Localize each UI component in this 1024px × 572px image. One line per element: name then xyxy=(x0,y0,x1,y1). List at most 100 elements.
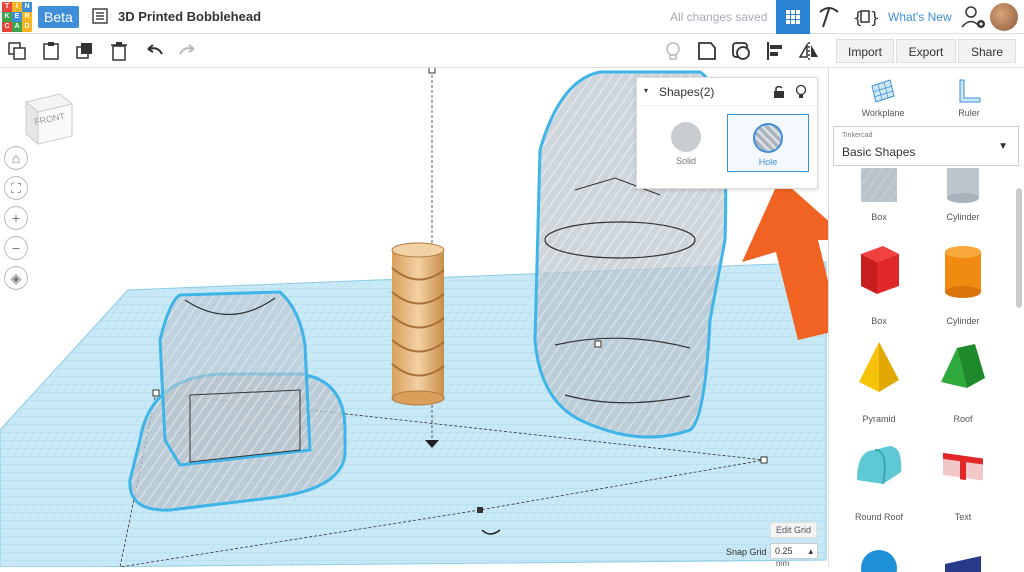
codeblocks-icon[interactable]: { } xyxy=(848,0,882,34)
ruler-icon xyxy=(959,79,981,103)
solid-option[interactable]: Solid xyxy=(645,114,727,172)
shape-label: Cylinder xyxy=(946,212,980,222)
logo-letter: R xyxy=(22,12,32,22)
edit-grid-button[interactable]: Edit Grid xyxy=(770,522,818,538)
shape-box-hole[interactable]: Box xyxy=(839,168,919,222)
whats-new-link[interactable]: What's New xyxy=(888,10,952,24)
stepper-icon: ▴ xyxy=(808,546,813,556)
cylinder-icon xyxy=(945,246,981,298)
zoom-out-button[interactable]: − xyxy=(4,236,28,260)
shape-label: Round Roof xyxy=(854,512,904,522)
snap-grid-label: Snap Grid xyxy=(726,547,767,557)
library-provider: Tinkercad xyxy=(842,132,873,139)
export-button[interactable]: Export xyxy=(896,39,956,63)
user-avatar[interactable] xyxy=(990,3,1018,31)
spring-shape[interactable] xyxy=(391,242,445,406)
document-list-icon[interactable] xyxy=(92,8,108,24)
library-name: Basic Shapes xyxy=(842,145,916,159)
lightbulb-icon[interactable] xyxy=(662,40,684,62)
logo-letter: D xyxy=(22,22,32,32)
paste-icon[interactable] xyxy=(40,40,62,62)
shape-roof[interactable]: Roof xyxy=(923,334,1003,424)
grid-icon xyxy=(786,10,800,24)
share-button[interactable]: Share xyxy=(958,39,1016,63)
group-icon[interactable] xyxy=(730,40,752,62)
save-status: All changes saved xyxy=(670,10,768,24)
logo-letter: T xyxy=(2,2,12,12)
shape-box[interactable]: Box xyxy=(839,236,919,326)
box-hole-icon xyxy=(861,168,897,202)
beta-badge: Beta xyxy=(38,6,79,28)
logo-letter: A xyxy=(12,22,22,32)
box-icon xyxy=(861,246,899,294)
tinkercad-logo[interactable]: TINKERCAD xyxy=(2,2,32,32)
workplane-tool[interactable]: Workplane xyxy=(843,72,923,122)
shape-sphere[interactable] xyxy=(839,538,919,572)
align-icon[interactable] xyxy=(764,40,786,62)
unlock-icon[interactable] xyxy=(773,85,785,99)
workplane-icon xyxy=(871,79,895,103)
shape-label: Roof xyxy=(953,414,973,424)
hole-option[interactable]: Hole xyxy=(727,114,809,172)
snap-grid-unit: mm xyxy=(776,559,790,567)
fit-view-button[interactable]: ⛶ xyxy=(4,176,28,200)
snap-grid-value: 0.25 xyxy=(775,546,793,556)
roof-icon xyxy=(941,344,985,388)
sidebar-scrollbar[interactable] xyxy=(1016,188,1022,308)
text-shape-icon xyxy=(943,452,983,481)
solid-label: Solid xyxy=(675,156,696,166)
ruler-label: Ruler xyxy=(958,108,980,118)
add-user-icon[interactable] xyxy=(956,0,990,34)
round-roof-icon xyxy=(857,446,902,485)
duplicate-icon[interactable] xyxy=(74,40,96,62)
snap-grid-select[interactable]: 0.25 ▴ xyxy=(770,543,818,559)
shape-label: Box xyxy=(871,212,887,222)
shape-label: Box xyxy=(871,316,887,326)
redo-icon[interactable] xyxy=(176,40,198,62)
shape-cylinder[interactable]: Cylinder xyxy=(923,236,1003,326)
shapes-sidebar: Workplane Ruler Tinkercad Basic Shapes ▼… xyxy=(828,68,1024,572)
perspective-button[interactable]: ◈ xyxy=(4,266,28,290)
collapse-caret-icon[interactable]: ▾ xyxy=(644,86,648,95)
mirror-icon[interactable] xyxy=(798,40,820,62)
workplane-label: Workplane xyxy=(861,108,905,118)
shape-label: Cylinder xyxy=(946,316,980,326)
shape-round-roof[interactable]: Round Roof xyxy=(839,432,919,522)
visibility-bulb-icon[interactable] xyxy=(795,84,807,100)
top-bar: TINKERCAD Beta 3D Printed Bobblehead All… xyxy=(0,0,1024,34)
3d-design-view-button[interactable] xyxy=(776,0,810,34)
shape-label: Pyramid xyxy=(862,414,896,424)
home-view-button[interactable]: ⌂ xyxy=(4,146,28,170)
ruler-tool[interactable]: Ruler xyxy=(929,72,1009,122)
zoom-in-button[interactable]: + xyxy=(4,206,28,230)
edit-toolbar: Import Export Share xyxy=(0,34,1024,68)
shape-cylinder-hole[interactable]: Cylinder xyxy=(923,168,1003,222)
note-shape-icon[interactable] xyxy=(696,40,718,62)
pickaxe-icon[interactable] xyxy=(812,0,846,34)
cylinder-hole-icon xyxy=(947,168,979,203)
sphere-icon xyxy=(861,550,897,572)
inspector-title: Shapes(2) xyxy=(659,85,715,99)
copy-icon[interactable] xyxy=(6,40,28,62)
solid-swatch xyxy=(671,122,701,152)
logo-letter: K xyxy=(2,12,12,22)
shape-library-select[interactable]: Tinkercad Basic Shapes ▼ xyxy=(833,126,1019,166)
shape-pyramid[interactable]: Pyramid xyxy=(839,334,919,424)
inspector-header: ▾ Shapes(2) xyxy=(637,78,817,106)
logo-letter: E xyxy=(12,12,22,22)
shape-scribble[interactable] xyxy=(923,538,1003,572)
view-cube[interactable]: FRONT xyxy=(20,88,78,146)
design-title[interactable]: 3D Printed Bobblehead xyxy=(118,9,261,24)
delete-icon[interactable] xyxy=(108,40,130,62)
shape-label: Text xyxy=(954,512,972,522)
shape-text[interactable]: Text xyxy=(923,432,1003,522)
logo-letter: N xyxy=(22,2,32,12)
undo-icon[interactable] xyxy=(144,40,166,62)
svg-text:}: } xyxy=(870,8,880,27)
caret-down-icon: ▼ xyxy=(998,141,1008,152)
logo-letter: C xyxy=(2,22,12,32)
hole-swatch xyxy=(753,123,783,153)
shape-inspector: ▾ Shapes(2) Solid Hole xyxy=(636,77,818,189)
import-button[interactable]: Import xyxy=(836,39,894,63)
pyramid-icon xyxy=(859,342,899,392)
